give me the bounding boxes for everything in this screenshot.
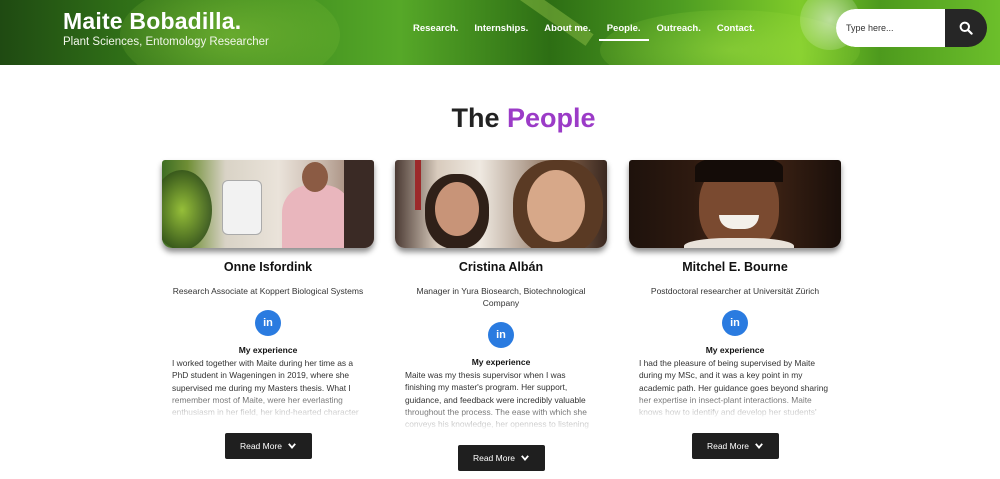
linkedin-icon: in (263, 317, 273, 329)
read-more-button[interactable]: Read More (691, 433, 779, 459)
site-subtitle: Plant Sciences, Entomology Researcher (63, 36, 269, 48)
read-more-button[interactable]: Read More (224, 433, 312, 459)
chevron-down-icon (288, 443, 296, 449)
search-bar (836, 9, 987, 47)
linkedin-button[interactable]: in (488, 322, 514, 348)
person-card: Onne Isfordink Research Associate at Kop… (162, 160, 374, 459)
person-role: Manager in Yura Biosearch, Biotechnologi… (416, 286, 586, 308)
nav-item-about[interactable]: About me. (536, 22, 598, 41)
search-input[interactable] (836, 9, 945, 47)
person-photo (162, 160, 374, 248)
linkedin-icon: in (496, 329, 506, 341)
read-more-label: Read More (706, 441, 750, 451)
search-icon (959, 21, 973, 35)
person-name: Cristina Albán (458, 260, 544, 274)
page-title-accent: People (507, 103, 596, 133)
search-button[interactable] (945, 9, 987, 47)
experience-text: I had the pleasure of being supervised b… (629, 357, 841, 419)
nav-item-people[interactable]: People. (598, 22, 649, 41)
main-nav: Research. Internships. About me. People.… (405, 22, 763, 42)
linkedin-button[interactable]: in (722, 310, 748, 336)
read-more-button[interactable]: Read More (457, 445, 545, 471)
linkedin-button[interactable]: in (255, 310, 281, 336)
site-header: Maite Bobadilla. Plant Sciences, Entomol… (0, 0, 1000, 65)
chevron-down-icon (521, 455, 529, 461)
person-card: Cristina Albán Manager in Yura Biosearch… (395, 160, 607, 471)
experience-heading: My experience (471, 357, 531, 367)
person-photo (629, 160, 841, 248)
read-more-label: Read More (472, 453, 516, 463)
person-card: Mitchel E. Bourne Postdoctoral researche… (629, 160, 841, 459)
nav-item-research[interactable]: Research. (405, 22, 466, 41)
person-name: Onne Isfordink (223, 260, 313, 274)
experience-text: I worked together with Maite during her … (162, 357, 374, 419)
page-title: The People (0, 103, 1000, 134)
chevron-down-icon (755, 443, 763, 449)
nav-item-outreach[interactable]: Outreach. (649, 22, 709, 41)
read-more-label: Read More (239, 441, 283, 451)
site-title[interactable]: Maite Bobadilla. (63, 8, 241, 35)
experience-heading: My experience (705, 345, 765, 355)
page-title-plain: The (451, 103, 500, 133)
nav-item-contact[interactable]: Contact. (709, 22, 763, 41)
person-name: Mitchel E. Bourne (682, 260, 788, 274)
person-role: Postdoctoral researcher at Universität Z… (650, 286, 820, 296)
experience-text: Maite was my thesis supervisor when I wa… (395, 369, 607, 431)
linkedin-icon: in (730, 317, 740, 329)
experience-heading: My experience (238, 345, 298, 355)
person-photo (395, 160, 607, 248)
nav-item-internships[interactable]: Internships. (466, 22, 536, 41)
person-role: Research Associate at Koppert Biological… (172, 286, 364, 296)
